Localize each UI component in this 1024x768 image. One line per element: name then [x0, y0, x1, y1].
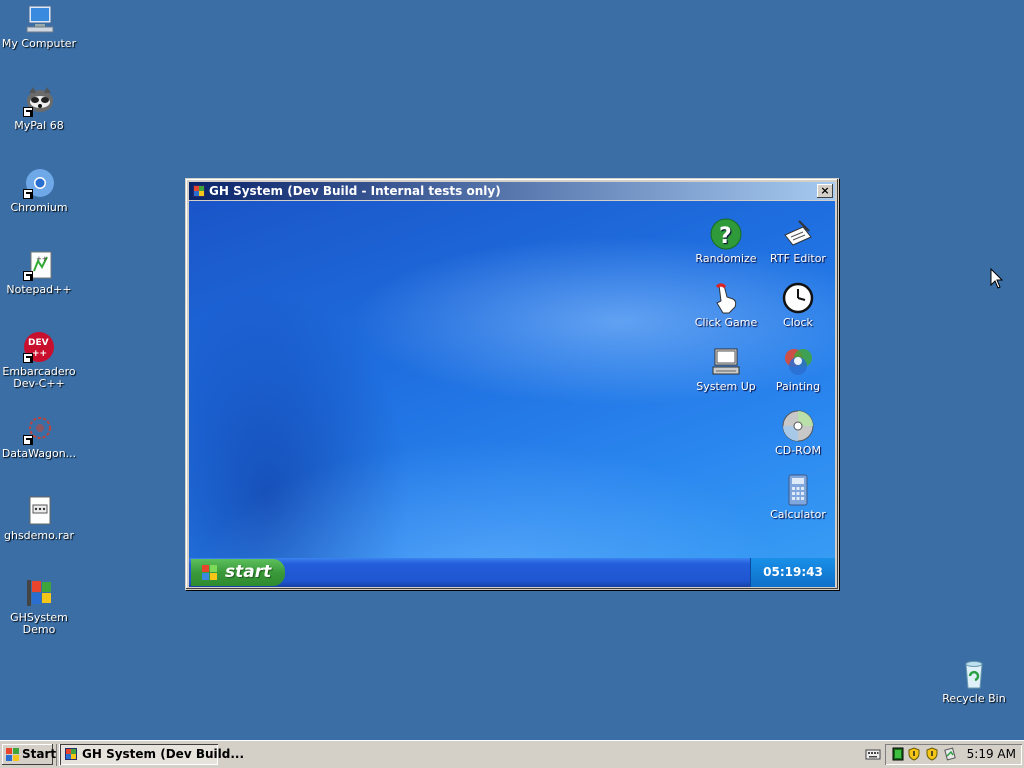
archive-file-icon	[23, 495, 55, 527]
tray-clock[interactable]: 5:19 AM	[967, 744, 1016, 765]
gh-app-painting[interactable]: Painting	[763, 345, 833, 393]
desktop-icon-ghsdemo-rar[interactable]: ghsdemo.rar	[0, 495, 78, 542]
desktop-icon-chromium[interactable]: Chromium	[0, 167, 78, 214]
window-titlebar[interactable]: GH System (Dev Build - Internal tests on…	[189, 182, 835, 200]
desktop-icon-label: MyPal 68	[14, 119, 64, 132]
desktop-icon-ghsystem-demo[interactable]: GHSystem Demo	[0, 577, 78, 636]
taskbar-button-label: GH System (Dev Build...	[82, 747, 244, 761]
window-title: GH System (Dev Build - Internal tests on…	[209, 184, 501, 198]
keyboard-icon[interactable]	[865, 747, 881, 761]
notepadpp-icon: ++	[23, 249, 55, 281]
gh-app-rtf-editor[interactable]: RTF Editor	[763, 217, 833, 265]
close-button[interactable]: ×	[817, 184, 833, 198]
my-computer-icon	[23, 3, 55, 35]
start-button[interactable]: Start	[2, 744, 57, 765]
gh-app-label: Click Game	[694, 316, 758, 329]
desktop-icon-recycle-bin[interactable]: Recycle Bin	[935, 658, 1013, 705]
shortcut-arrow-icon	[23, 107, 33, 117]
desktop-icon-label: Recycle Bin	[942, 692, 1006, 705]
taskbar: Start GH System (Dev Build... 5:19 AM	[0, 740, 1024, 768]
gh-system-window[interactable]: GH System (Dev Build - Internal tests on…	[185, 178, 839, 590]
gh-app-label: Painting	[775, 380, 821, 393]
datawagon-icon	[23, 413, 55, 445]
mouse-cursor-icon	[990, 268, 1004, 289]
desktop-icon-label: GHSystem Demo	[10, 611, 68, 636]
desktop-icon-label: DataWagon...	[1, 447, 77, 460]
desktop-icon-label: ghsdemo.rar	[4, 529, 74, 542]
computer-icon	[709, 345, 743, 379]
security-shield-icon[interactable]	[925, 747, 939, 761]
chromium-icon	[23, 167, 55, 199]
update-icon[interactable]	[943, 747, 957, 761]
gh-app-label: RTF Editor	[770, 252, 826, 265]
shortcut-arrow-icon	[23, 353, 33, 363]
svg-text:?: ?	[719, 224, 732, 249]
gh-app-randomize[interactable]: ? Randomize	[691, 217, 761, 265]
gh-start-label: start	[225, 562, 272, 582]
gh-desktop-area: ? Randomize RTF Editor Click Game Clock	[189, 201, 835, 587]
desktop-icon-mypal[interactable]: MyPal 68	[0, 85, 78, 132]
gh-app-label: Randomize	[695, 252, 757, 265]
clock-icon	[781, 281, 815, 315]
taskbar-button-gh-system[interactable]: GH System (Dev Build...	[60, 744, 244, 765]
gh-app-label: Clock	[783, 316, 813, 329]
gh-app-clock[interactable]: Clock	[763, 281, 833, 329]
svg-text:++: ++	[32, 349, 47, 359]
gh-taskbar: start 05:19:43 AM	[189, 558, 835, 587]
raccoon-icon	[23, 85, 55, 117]
network-icon[interactable]	[891, 747, 905, 761]
security-shield-icon[interactable]	[907, 747, 921, 761]
app-icon	[193, 185, 205, 197]
start-label: Start	[22, 747, 57, 761]
gh-app-label: Calculator	[770, 508, 826, 521]
svg-text:++: ++	[36, 255, 48, 263]
calculator-icon	[781, 473, 815, 507]
svg-text:DEV: DEV	[28, 338, 49, 348]
shortcut-arrow-icon	[23, 271, 33, 281]
desktop-icon-label: Chromium	[10, 201, 68, 214]
gh-app-label: CD-ROM	[775, 444, 821, 457]
desktop-icon-label: Notepad++	[6, 283, 72, 296]
dev-cpp-icon: DEV ++	[23, 331, 55, 363]
cd-icon	[781, 409, 815, 443]
color-circles-icon	[781, 345, 815, 379]
desktop-icon-devcpp[interactable]: DEV ++ Embarcadero Dev-C++	[0, 331, 78, 390]
desktop-icon-datawagon[interactable]: DataWagon...	[0, 413, 78, 460]
desktop-icon-label: Embarcadero Dev-C++	[2, 365, 76, 390]
hand-pointer-icon	[709, 281, 743, 315]
shortcut-arrow-icon	[23, 435, 33, 445]
gh-app-system-up[interactable]: System Up	[691, 345, 761, 393]
windows-flag-icon	[23, 577, 55, 609]
gh-app-cd-rom[interactable]: CD-ROM	[763, 409, 833, 457]
gh-app-click-game[interactable]: Click Game	[691, 281, 761, 329]
windows-logo-icon	[202, 565, 217, 580]
system-tray: 5:19 AM	[885, 744, 1022, 765]
recycle-bin-icon	[958, 658, 990, 690]
windows-logo-icon	[6, 748, 19, 761]
gh-app-calculator[interactable]: Calculator	[763, 473, 833, 521]
app-icon	[65, 748, 77, 760]
question-icon: ?	[709, 217, 743, 251]
notepad-pen-icon	[781, 217, 815, 251]
desktop-icon-my-computer[interactable]: My Computer	[0, 3, 78, 50]
gh-start-button[interactable]: start	[191, 559, 285, 586]
gh-app-label: System Up	[696, 380, 756, 393]
desktop-icon-notepadpp[interactable]: ++ Notepad++	[0, 249, 78, 296]
desktop-icon-label: My Computer	[1, 37, 77, 50]
shortcut-arrow-icon	[23, 189, 33, 199]
gh-clock: 05:19:43 AM	[750, 558, 835, 587]
